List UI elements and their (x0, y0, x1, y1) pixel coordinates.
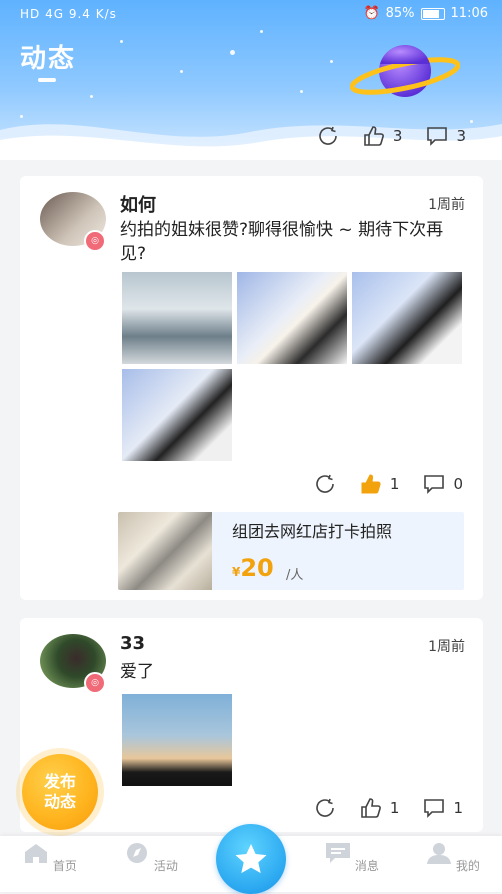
battery-icon (420, 7, 445, 20)
share-icon (316, 798, 334, 817)
nav-center-button[interactable] (216, 824, 286, 894)
like-button[interactable]: 3 (363, 126, 403, 146)
post-text: 爱了 (120, 662, 154, 682)
like-button[interactable]: 1 (360, 798, 400, 818)
battery-percent: 85% (385, 6, 415, 21)
nav-activity[interactable]: 活动 (121, 842, 181, 874)
planet-icon (350, 45, 460, 97)
nav-label: 首页 (52, 859, 77, 873)
price-unit: /人 (286, 568, 304, 583)
share-button[interactable] (317, 126, 339, 146)
nav-label: 活动 (153, 859, 178, 873)
comment-button[interactable]: 0 (423, 474, 463, 494)
post-photo[interactable] (122, 694, 232, 786)
comment-button[interactable]: 1 (423, 798, 463, 818)
thumbs-up-icon (361, 798, 381, 818)
alarm-icon: ⏰ (363, 6, 380, 21)
status-bar: HD 4G 9.4 K/s ⏰ 85% 11:06 (0, 0, 502, 30)
user-icon (427, 843, 452, 864)
comment-button[interactable]: 3 (426, 126, 466, 146)
post-text: 约拍的姐妹很赞?聊得很愉快 ~ 期待下次再见? (120, 220, 444, 264)
post-photo[interactable] (122, 369, 232, 461)
publish-post-button[interactable]: 发布 动态 (22, 754, 98, 830)
comment-count: 0 (453, 475, 463, 493)
clock: 11:06 (450, 6, 488, 21)
thumbs-up-filled-icon (361, 474, 381, 494)
post-card: ◎ 如何 1周前 约拍的姐妹很赞?聊得很愉快 ~ 期待下次再见? 1 0 组团去… (20, 176, 483, 600)
post-photo[interactable] (122, 272, 232, 364)
publish-label-line1: 发布 (43, 772, 76, 791)
comment-count: 1 (453, 799, 463, 817)
username[interactable]: 如何 (120, 191, 156, 217)
share-icon (316, 474, 334, 493)
home-icon (25, 844, 48, 863)
username[interactable]: 33 (120, 633, 145, 654)
activity-title: 组团去网红店打卡拍照 (232, 522, 393, 541)
like-count: 1 (389, 475, 400, 493)
share-button[interactable] (314, 798, 336, 818)
nav-label: 我的 (455, 859, 480, 873)
star-icon (235, 844, 267, 874)
nav-home[interactable]: 首页 (20, 842, 80, 874)
activity-price: ¥20 (232, 554, 274, 582)
message-icon (326, 843, 351, 863)
post-photo[interactable] (237, 272, 347, 364)
chat-badge-icon: ◎ (84, 672, 106, 694)
activity-image (118, 512, 212, 590)
network-status: HD 4G 9.4 K/s (20, 7, 117, 21)
thumbs-up-icon (364, 126, 384, 146)
comment-icon (424, 475, 445, 494)
chat-badge-icon: ◎ (84, 230, 106, 252)
title-underline (38, 78, 56, 82)
activity-card[interactable]: 组团去网红店打卡拍照 ¥20 /人 (118, 512, 464, 590)
price-value: 20 (240, 554, 274, 582)
comment-icon (424, 799, 445, 818)
nav-messages[interactable]: 消息 (322, 842, 382, 874)
comment-count: 3 (456, 127, 466, 145)
nav-profile[interactable]: 我的 (423, 842, 483, 874)
like-count: 3 (392, 127, 403, 145)
like-count: 1 (389, 799, 400, 817)
post-photo[interactable] (352, 272, 462, 364)
like-button[interactable]: 1 (360, 474, 400, 494)
share-button[interactable] (314, 474, 336, 494)
post-actions: 1 1 (314, 798, 463, 818)
share-icon (319, 126, 337, 145)
post-actions: 1 0 (314, 474, 463, 494)
publish-label-line2: 动态 (43, 792, 76, 811)
page-title: 动态 (20, 44, 77, 74)
prev-post-actions: 3 3 (317, 126, 466, 146)
nav-label: 消息 (354, 859, 379, 873)
compass-icon (127, 843, 148, 863)
post-time: 1周前 (428, 639, 465, 655)
post-time: 1周前 (428, 197, 465, 213)
comment-icon (427, 127, 448, 146)
